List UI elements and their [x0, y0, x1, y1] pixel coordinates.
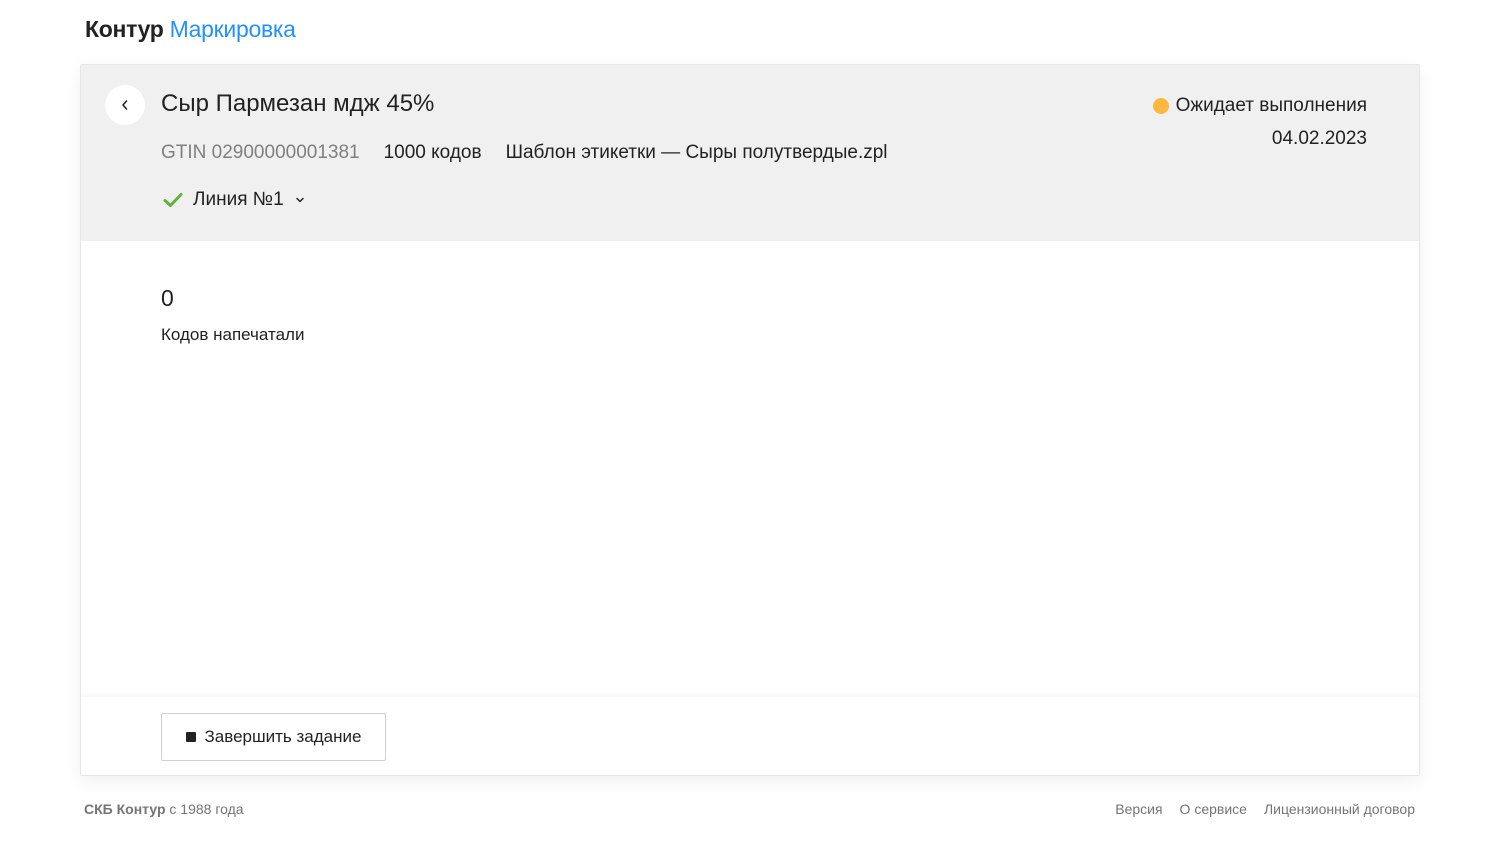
- status-text: Ожидает выполнения: [1175, 95, 1367, 116]
- printed-label: Кодов напечатали: [161, 325, 305, 344]
- task-template: Шаблон этикетки — Сыры полутвердые.zpl: [505, 142, 888, 163]
- footer-link-license[interactable]: Лицензионный договор: [1264, 801, 1415, 817]
- company-name: СКБ Контур: [84, 801, 166, 817]
- finish-task-button[interactable]: Завершить задание: [161, 713, 386, 761]
- footer-link-version[interactable]: Версия: [1115, 801, 1162, 817]
- line-name: Линия №1: [193, 189, 284, 210]
- copyright: СКБ Контур с 1988 года: [84, 801, 244, 817]
- action-bar: Завершить задание: [81, 697, 1419, 775]
- status-badge: Ожидает выполнения: [1152, 95, 1367, 117]
- stop-icon: [185, 732, 196, 742]
- logo[interactable]: Контур Маркировка: [85, 16, 296, 43]
- task-card: Сыр Пармезан мдж 45% GTIN 02900000001381…: [80, 64, 1420, 776]
- task-meta: GTIN 02900000001381 1000 кодов Шаблон эт…: [161, 142, 888, 164]
- task-codes-count: 1000 кодов: [383, 142, 482, 163]
- line-selector[interactable]: Линия №1: [163, 189, 306, 211]
- back-button[interactable]: [105, 85, 145, 125]
- task-title: Сыр Пармезан мдж 45%: [161, 90, 435, 117]
- status-dot-icon: [1152, 98, 1169, 114]
- logo-product: Маркировка: [169, 16, 296, 42]
- task-date: 04.02.2023: [1271, 128, 1367, 149]
- task-gtin: GTIN 02900000001381: [161, 142, 360, 163]
- chevron-left-icon: [122, 100, 128, 110]
- task-header: Сыр Пармезан мдж 45% GTIN 02900000001381…: [81, 65, 1419, 241]
- chevron-down-icon: [295, 197, 304, 203]
- logo-brand: Контур: [85, 16, 164, 42]
- printed-count: 0: [161, 285, 174, 311]
- footer-link-about[interactable]: О сервисе: [1180, 801, 1247, 817]
- company-since: с 1988 года: [165, 801, 244, 817]
- finish-task-label: Завершить задание: [204, 727, 362, 746]
- check-icon: [163, 193, 183, 207]
- footer-links: Версия О сервисе Лицензионный договор: [1115, 801, 1415, 817]
